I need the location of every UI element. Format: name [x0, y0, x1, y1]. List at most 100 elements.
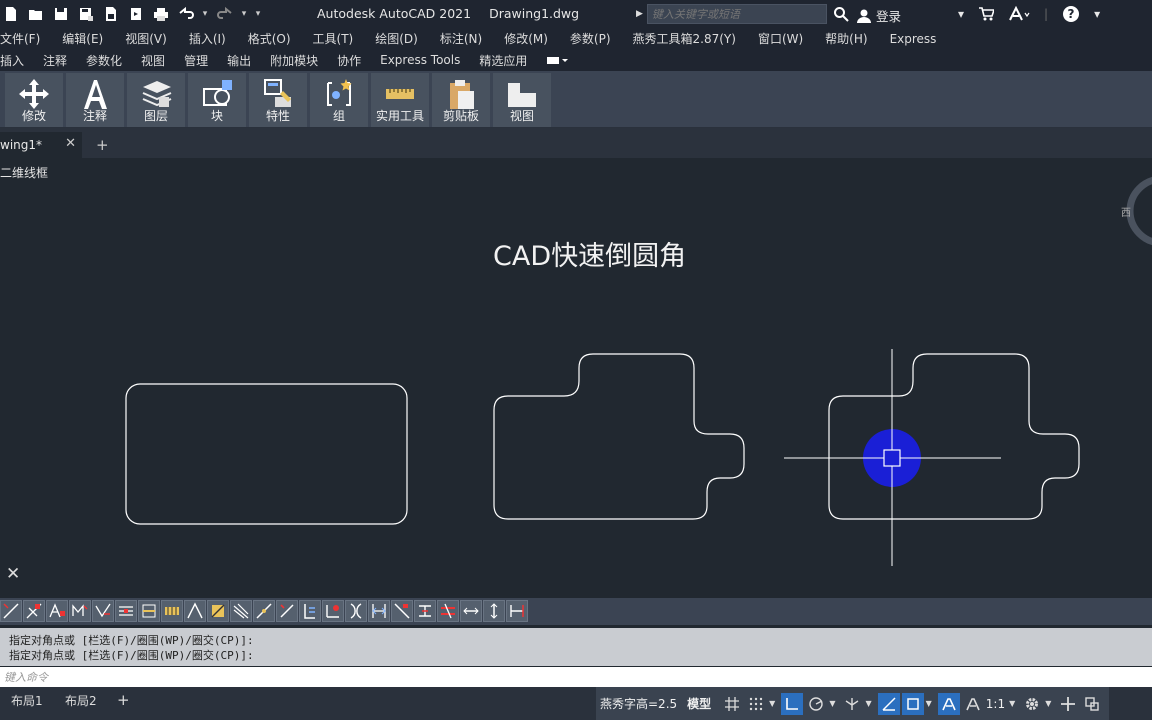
menu-file[interactable]: 文件(F): [0, 30, 40, 47]
menu-format[interactable]: 格式(O): [248, 30, 291, 47]
undo-icon[interactable]: [175, 4, 196, 24]
tab-insert[interactable]: 插入: [0, 52, 24, 69]
command-input[interactable]: 键入命令: [0, 667, 1152, 687]
print-icon[interactable]: [150, 4, 171, 24]
cart-icon[interactable]: [978, 6, 995, 22]
search-icon[interactable]: [833, 6, 849, 22]
tab-featured-apps[interactable]: 精选应用: [479, 52, 527, 69]
tab-addins[interactable]: 附加模块: [270, 52, 318, 69]
new-icon[interactable]: [0, 4, 21, 24]
text-height-field[interactable]: 燕秀字高=2.5: [600, 695, 677, 712]
grid-icon[interactable]: [721, 693, 743, 715]
object-snap-dropdown-icon[interactable]: ▼: [926, 699, 932, 708]
extend-icon[interactable]: [23, 600, 45, 622]
search-expand-icon[interactable]: ▶: [636, 9, 643, 19]
isolate-objects-icon[interactable]: [1081, 693, 1103, 715]
drawing-canvas[interactable]: 二维线框 CAD快速倒圆角 西 ✕: [0, 158, 1152, 595]
tab-manage[interactable]: 管理: [184, 52, 208, 69]
offset-icon[interactable]: [437, 600, 459, 622]
isodraft-icon[interactable]: [841, 693, 863, 715]
search-input[interactable]: [646, 4, 827, 24]
menu-insert[interactable]: 插入(I): [189, 30, 226, 47]
cad-geometry[interactable]: [0, 158, 1152, 595]
dim-radius-icon[interactable]: [92, 600, 114, 622]
dim-linear-icon[interactable]: [368, 600, 390, 622]
stretch-vertical-icon[interactable]: [483, 600, 505, 622]
annotation-visibility-icon[interactable]: [937, 692, 960, 715]
scale-dropdown-icon[interactable]: ▼: [1009, 699, 1015, 708]
login-button[interactable]: 登录: [856, 6, 901, 25]
hatch-icon[interactable]: [115, 600, 137, 622]
redo-icon[interactable]: [214, 4, 235, 24]
break-icon[interactable]: [276, 600, 298, 622]
workspace-gear-icon[interactable]: [1021, 693, 1043, 715]
saveas-icon[interactable]: [75, 4, 96, 24]
ribbon-options-icon[interactable]: [546, 53, 570, 67]
tab-collaborate[interactable]: 协作: [337, 52, 361, 69]
viewcube-west-label[interactable]: 西: [1121, 204, 1131, 219]
dim-angular-icon[interactable]: [69, 600, 91, 622]
plus-icon[interactable]: [1057, 693, 1079, 715]
isodraft-dropdown-icon[interactable]: ▼: [865, 699, 871, 708]
undo-dropdown-icon[interactable]: ▾: [200, 4, 210, 24]
save-icon[interactable]: [50, 4, 71, 24]
tab-parametric[interactable]: 参数化: [86, 52, 122, 69]
point-icon[interactable]: [253, 600, 275, 622]
menu-view[interactable]: 视图(V): [125, 30, 167, 47]
tab-view[interactable]: 视图: [141, 52, 165, 69]
redo-dropdown-icon[interactable]: ▾: [239, 4, 249, 24]
menu-parametric[interactable]: 参数(P): [570, 30, 611, 47]
trim-icon[interactable]: [0, 600, 22, 622]
menu-tools[interactable]: 工具(T): [313, 30, 354, 47]
close-icon[interactable]: ✕: [65, 136, 76, 151]
tab-output[interactable]: 输出: [227, 52, 251, 69]
polar-dropdown-icon[interactable]: ▼: [829, 699, 835, 708]
rounded-rectangle[interactable]: [125, 383, 408, 525]
layout-tab-1[interactable]: 布局1: [11, 690, 43, 710]
document-tab-drawing1[interactable]: wing1* ✕: [0, 132, 82, 158]
filleted-shape[interactable]: [493, 353, 745, 520]
menu-modify[interactable]: 修改(M): [504, 30, 548, 47]
hatch-lines-icon[interactable]: [230, 600, 252, 622]
ribbon-layers-button[interactable]: 图层: [127, 73, 185, 127]
login-dropdown-icon[interactable]: ▾: [958, 7, 964, 21]
leader-icon[interactable]: [299, 600, 321, 622]
stretch-horizontal-icon[interactable]: [460, 600, 482, 622]
snap-dropdown-icon[interactable]: ▼: [769, 699, 775, 708]
menu-dimension[interactable]: 标注(N): [440, 30, 482, 47]
tolerance-icon[interactable]: [322, 600, 344, 622]
menu-help[interactable]: 帮助(H): [825, 30, 867, 47]
publish-icon[interactable]: [125, 4, 146, 24]
gradient-icon[interactable]: [207, 600, 229, 622]
polar-tracking-icon[interactable]: [805, 693, 827, 715]
ribbon-utilities-button[interactable]: 实用工具: [371, 73, 429, 127]
open-icon[interactable]: [25, 4, 46, 24]
ribbon-properties-button[interactable]: 特性: [249, 73, 307, 127]
autodesk-a360-icon[interactable]: [1008, 6, 1030, 22]
ribbon-block-button[interactable]: 块: [188, 73, 246, 127]
snap-icon[interactable]: [745, 693, 767, 715]
dim-aligned-icon[interactable]: [46, 600, 68, 622]
menu-edit[interactable]: 编辑(E): [62, 30, 103, 47]
tab-annotate[interactable]: 注释: [43, 52, 67, 69]
polyline-icon[interactable]: [184, 600, 206, 622]
help-dropdown-icon[interactable]: ▾: [1094, 7, 1100, 21]
ribbon-clipboard-button[interactable]: 剪贴板: [432, 73, 490, 127]
plot-icon[interactable]: [100, 4, 121, 24]
ribbon-annotation-button[interactable]: 注释: [66, 73, 124, 127]
dim-ordinate-icon[interactable]: [506, 600, 528, 622]
dim-baseline-icon[interactable]: [414, 600, 436, 622]
tab-express-tools[interactable]: Express Tools: [380, 53, 460, 67]
help-icon[interactable]: ?: [1062, 5, 1080, 23]
workspace-dropdown-icon[interactable]: ▼: [1045, 699, 1051, 708]
new-tab-button[interactable]: +: [96, 136, 109, 154]
object-snap-icon[interactable]: [901, 692, 924, 715]
menu-express[interactable]: Express: [890, 32, 937, 46]
dim-continue-icon[interactable]: [391, 600, 413, 622]
menu-draw[interactable]: 绘图(D): [375, 30, 418, 47]
menu-window[interactable]: 窗口(W): [758, 30, 803, 47]
object-snap-tracking-icon[interactable]: [877, 692, 900, 715]
region-icon[interactable]: [138, 600, 160, 622]
ortho-icon[interactable]: [781, 692, 804, 715]
layout-tab-2[interactable]: 布局2: [65, 690, 97, 710]
